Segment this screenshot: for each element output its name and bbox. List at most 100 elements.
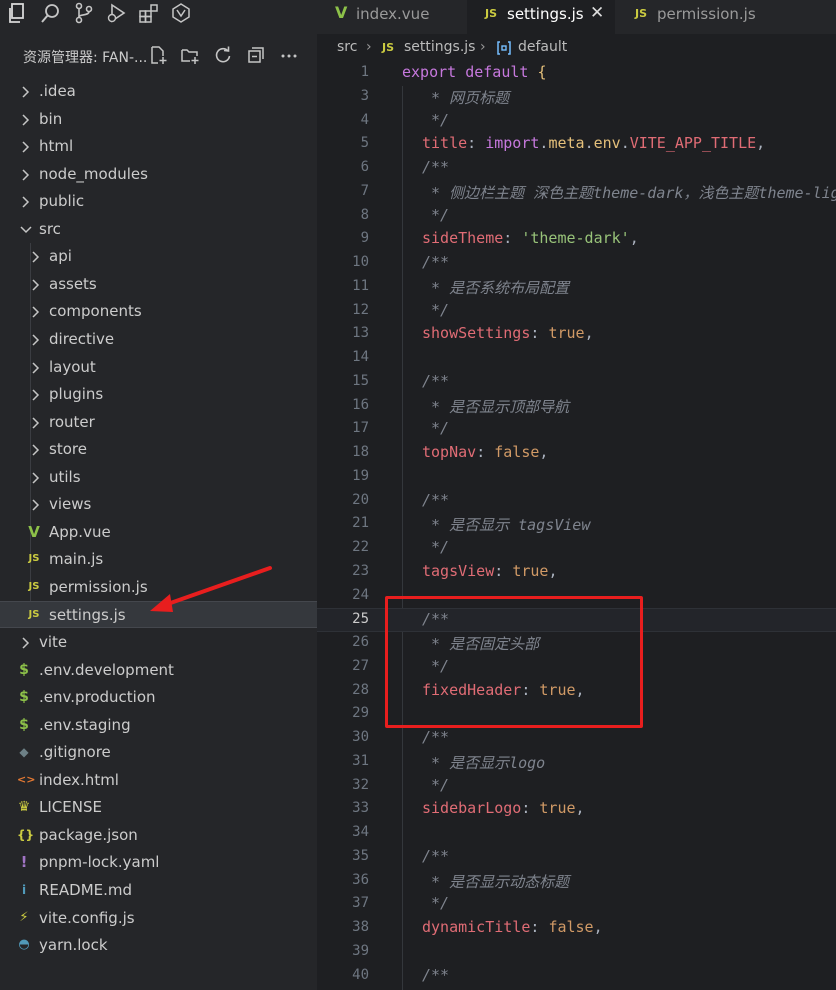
code-line: 37 */: [317, 893, 836, 917]
explorer-icon[interactable]: [6, 2, 28, 24]
tree-item[interactable]: $ .env.staging: [0, 712, 317, 739]
tree-item-label: .env.development: [39, 660, 174, 679]
breadcrumb-src[interactable]: src: [337, 39, 357, 55]
chevron-right-icon: [20, 167, 30, 181]
tree-item[interactable]: ◓ yarn.lock: [0, 932, 317, 959]
code-text: */: [422, 300, 450, 319]
tree-item-label: api: [49, 247, 72, 266]
tab-index-vue[interactable]: Vindex.vue: [317, 0, 465, 34]
code-text: topNav: false,: [422, 443, 549, 461]
search-icon[interactable]: [40, 2, 62, 24]
line-number: 11: [352, 277, 369, 294]
refresh-icon[interactable]: [213, 45, 233, 65]
tree-item[interactable]: $ .env.production: [0, 684, 317, 711]
code-text: */: [422, 110, 450, 129]
red-highlight-annotation: [385, 596, 643, 728]
breadcrumb-separator-icon: ›: [366, 39, 372, 55]
tree-item-label: .env.production: [39, 688, 156, 707]
line-number: 4: [360, 111, 369, 128]
line-number: 10: [352, 254, 369, 270]
tree-item[interactable]: store: [0, 436, 317, 463]
tree-item[interactable]: ♛ LICENSE: [0, 794, 317, 821]
line-number: 15: [352, 372, 369, 389]
chevron-right-icon: [20, 112, 30, 126]
tree-item[interactable]: layout: [0, 354, 317, 381]
code-line: 7 * 侧边栏主题 深色主题theme-dark，浅色主题theme-light: [317, 181, 836, 205]
tree-item[interactable]: directive: [0, 326, 317, 353]
tree-item[interactable]: $ .env.development: [0, 657, 317, 684]
run-debug-icon[interactable]: [106, 2, 128, 24]
tree-item-label: .idea: [39, 82, 76, 100]
tree-item-label: index.html: [39, 770, 119, 789]
code-line: 32 */: [317, 775, 836, 799]
env-file-icon: $: [19, 716, 29, 733]
tree-item[interactable]: plugins: [0, 381, 317, 408]
tree-item[interactable]: bin: [0, 106, 317, 133]
red-arrow-annotation: [150, 566, 272, 612]
tab-permission-js[interactable]: JS permission.js: [617, 0, 783, 34]
code-text: * 是否显示顶部导航: [422, 397, 570, 416]
collapse-all-icon[interactable]: [246, 45, 266, 65]
code-text: * 是否显示 tagsView: [422, 516, 591, 535]
breadcrumb-file[interactable]: settings.js: [404, 39, 475, 55]
code-text: */: [422, 205, 450, 224]
tree-item[interactable]: public: [0, 188, 317, 215]
new-folder-icon[interactable]: [180, 45, 200, 65]
new-file-icon[interactable]: [148, 45, 168, 65]
code-text: * 网页标题: [422, 88, 510, 107]
tree-item[interactable]: components: [0, 298, 317, 325]
tree-item[interactable]: api: [0, 243, 317, 270]
code-line: 22 */: [317, 537, 836, 561]
close-icon[interactable]: ✕: [590, 3, 604, 23]
tree-item-label: vite: [39, 633, 68, 651]
more-actions-icon[interactable]: [279, 45, 299, 65]
tree-item[interactable]: node_modules: [0, 161, 317, 188]
code-line: 39: [317, 941, 836, 965]
tree-item[interactable]: vite: [0, 629, 317, 656]
line-number: 6: [360, 159, 369, 175]
tree-item-label: permission.js: [49, 577, 148, 596]
source-control-icon[interactable]: [73, 2, 95, 24]
line-number: 32: [352, 776, 369, 793]
tree-item-label: layout: [49, 357, 96, 376]
tree-item[interactable]: <> index.html: [0, 767, 317, 794]
tree-item[interactable]: ◆ .gitignore: [0, 739, 317, 766]
code-text: /**: [422, 965, 450, 984]
code-line: 21 * 是否显示 tagsView: [317, 513, 836, 537]
code-line: 18 topNav: false,: [317, 442, 836, 466]
tree-item-label: plugins: [49, 385, 104, 404]
line-number: 24: [352, 586, 369, 603]
breadcrumb-separator-icon: ›: [480, 39, 486, 55]
chevron-right-icon: [20, 194, 30, 208]
tree-item[interactable]: src: [0, 216, 317, 243]
breadcrumb-symbol[interactable]: default: [518, 39, 567, 55]
line-number: 38: [352, 919, 369, 935]
tree-item[interactable]: utils: [0, 464, 317, 491]
extensions-icon[interactable]: [138, 2, 160, 24]
tree-item[interactable]: assets: [0, 271, 317, 298]
line-number: 26: [352, 634, 369, 650]
line-number: 35: [352, 847, 369, 864]
line-number: 22: [352, 539, 369, 555]
tree-item[interactable]: router: [0, 409, 317, 436]
code-editor[interactable]: 1 export default {3 * 网页标题 4 */5 title: imp…: [317, 62, 836, 990]
code-line: 17 */: [317, 418, 836, 442]
code-line: 1 export default {: [317, 62, 836, 86]
remote-explorer-icon[interactable]: [170, 2, 192, 24]
tree-item[interactable]: V App.vue: [0, 519, 317, 546]
tab-settings-js[interactable]: JS settings.js ✕: [467, 0, 615, 34]
tree-item[interactable]: ! pnpm-lock.yaml: [0, 849, 317, 876]
tree-item[interactable]: html: [0, 133, 317, 160]
tree-item[interactable]: views: [0, 491, 317, 518]
code-text: */: [422, 538, 450, 556]
tab-label: index.vue: [356, 5, 430, 23]
line-number: 14: [352, 349, 369, 365]
tree-item[interactable]: i README.md: [0, 877, 317, 904]
code-line: 30 /**: [317, 727, 836, 751]
tree-item-label: src: [39, 219, 61, 238]
line-number: 20: [352, 491, 369, 508]
tree-item[interactable]: ⚡ vite.config.js: [0, 905, 317, 932]
code-text: */: [422, 419, 450, 438]
tree-item[interactable]: .idea: [0, 78, 317, 105]
tree-item[interactable]: {} package.json: [0, 822, 317, 849]
